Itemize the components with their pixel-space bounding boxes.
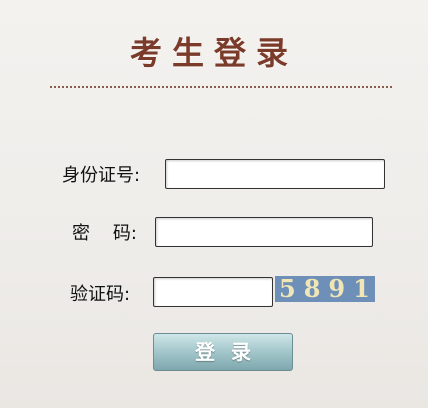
captcha-text: 5891 bbox=[279, 276, 375, 302]
captcha-label: 验证码: bbox=[70, 284, 131, 305]
id-number-label: 身份证号: bbox=[62, 165, 141, 186]
id-number-input[interactable] bbox=[165, 159, 385, 189]
login-page: 考生登录 身份证号: 密 码: 验证码: 5891 登录 bbox=[0, 0, 428, 408]
title-divider bbox=[50, 86, 392, 88]
login-button[interactable]: 登录 bbox=[153, 333, 293, 371]
captcha-input[interactable] bbox=[153, 277, 273, 307]
password-input[interactable] bbox=[155, 217, 373, 247]
page-title: 考生登录 bbox=[129, 34, 298, 72]
password-label: 密 码: bbox=[72, 223, 137, 244]
captcha-image[interactable]: 5891 bbox=[275, 276, 375, 302]
